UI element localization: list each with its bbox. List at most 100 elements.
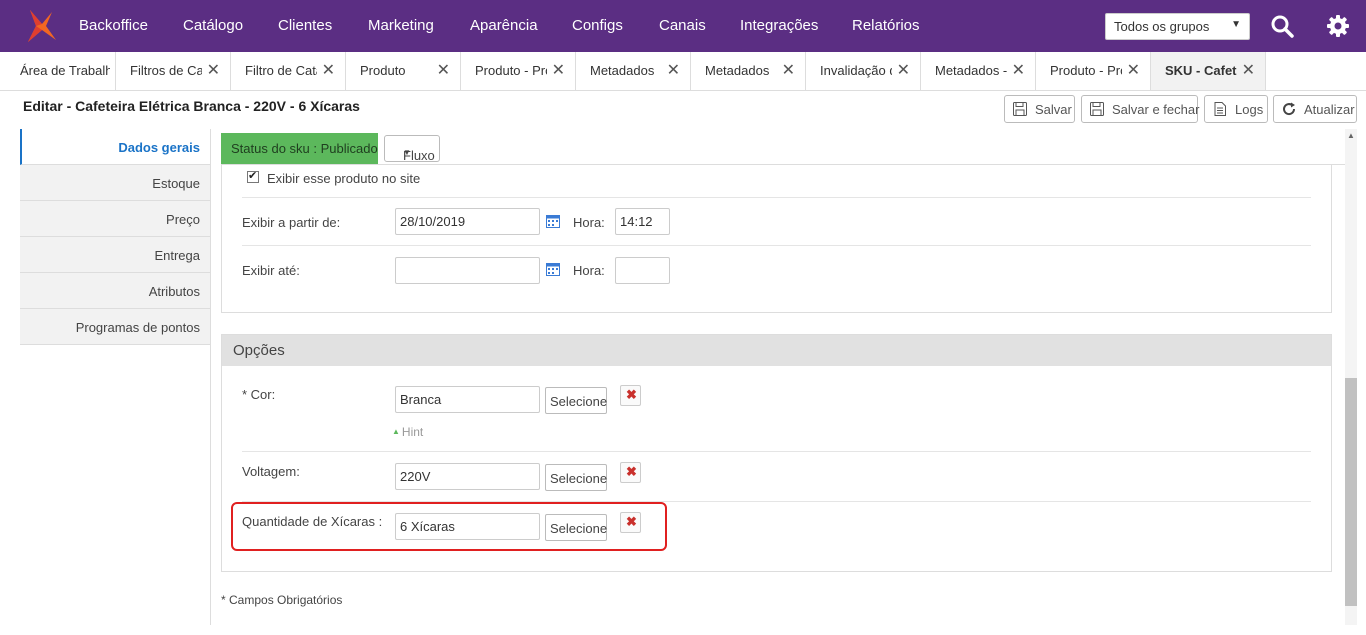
row-divider [242,197,1311,198]
tab-produto-produto[interactable]: Produto - Produto ✕ [461,52,576,90]
tab-label: Filtro de Catálogo [245,63,317,78]
close-icon: ✖ [626,387,637,402]
select-cor-button[interactable]: Selecione [545,387,607,414]
tab-label: Invalidação de [820,63,892,78]
logo-icon[interactable] [22,8,58,44]
side-item-entrega[interactable]: Entrega [20,237,211,273]
remove-cor-button[interactable]: ✖ [620,385,641,406]
tab-metadados-2[interactable]: Metadados ✕ [691,52,806,90]
nav-configs[interactable]: Configs [572,17,623,34]
tab-label: Produto [360,63,406,78]
close-icon[interactable]: ✕ [207,60,220,80]
group-select[interactable]: Todos os grupos ▼ [1105,13,1250,40]
side-item-programas-de-pontos[interactable]: Programas de pontos [20,309,211,345]
side-item-estoque[interactable]: Estoque [20,165,211,201]
close-icon: ✖ [626,464,637,479]
floppy-icon [1090,102,1104,116]
show-on-site-label: Exibir esse produto no site [267,171,421,186]
status-button[interactable]: Status do sku : Publicado [221,133,378,164]
show-until-label: Exibir até: [242,263,300,278]
logs-button[interactable]: Logs [1204,95,1268,123]
floppy-icon [1013,102,1027,116]
row-divider [242,451,1311,452]
side-item-atributos[interactable]: Atributos [20,273,211,309]
triangle-up-icon: ▲ [392,427,400,436]
status-label: Status do sku : Publicado [231,141,378,156]
nav-marketing[interactable]: Marketing [368,17,434,34]
document-icon [1214,102,1226,116]
close-icon[interactable]: ✕ [437,60,450,80]
options-panel-header: Opções [222,335,1331,366]
nav-relatorios[interactable]: Relatórios [852,17,920,34]
tab-produto-produto-2[interactable]: Produto - Produto ✕ [1036,52,1151,90]
calendar-icon[interactable] [546,214,560,228]
tab-invalidacao[interactable]: Invalidação de ✕ [806,52,921,90]
close-icon[interactable]: ✕ [1127,60,1140,80]
close-icon[interactable]: ✕ [667,60,680,80]
options-title: Opções [233,342,285,359]
close-icon[interactable]: ✕ [322,60,335,80]
select-voltagem-button[interactable]: Selecione [545,464,607,491]
save-label: Salvar [1035,102,1072,117]
close-icon[interactable]: ✕ [1012,60,1025,80]
remove-voltagem-button[interactable]: ✖ [620,462,641,483]
show-on-site-checkbox[interactable]: ✔ [247,170,259,183]
tab-label: Metadados [705,63,770,78]
visibility-panel [221,165,1332,313]
hint-toggle[interactable]: ▲ Hint [392,425,423,439]
scrollbar-thumb[interactable] [1345,378,1357,606]
show-from-date-input[interactable] [395,208,540,235]
tab-label: Produto - Produto [1050,63,1122,78]
search-icon[interactable] [1270,14,1294,38]
caret-down-icon: ▼ [403,148,411,157]
select-label: Selecione [550,394,608,409]
hint-label: Hint [401,425,424,439]
save-button[interactable]: Salvar [1004,95,1075,123]
tab-area-de-trabalho[interactable]: Área de Trabalho [0,52,116,90]
flow-dropdown-button[interactable]: Fluxo ▼ [384,135,440,163]
option-value-cor[interactable] [395,386,540,413]
close-icon[interactable]: ✕ [782,60,795,80]
side-item-dados-gerais[interactable]: Dados gerais [20,129,211,165]
refresh-label: Atualizar [1304,102,1355,117]
option-label-voltagem: Voltagem: [242,464,300,479]
nav-canais[interactable]: Canais [659,17,706,34]
tab-label: Produto - Produto [475,63,547,78]
refresh-icon [1283,102,1296,116]
close-icon[interactable]: ✕ [552,60,565,80]
gear-icon[interactable] [1326,14,1350,38]
tab-filtros-de-catalogo[interactable]: Filtros de Catálogo ✕ [116,52,231,90]
show-until-date-input[interactable] [395,257,540,284]
scroll-up-icon[interactable]: ▲ [1347,131,1355,140]
show-until-time-input[interactable] [615,257,670,284]
nav-catalogo[interactable]: Catálogo [183,17,243,34]
nav-clientes[interactable]: Clientes [278,17,332,34]
close-icon[interactable]: ✕ [1242,60,1255,80]
tab-label: Metadados [590,63,655,78]
row-divider [242,245,1311,246]
refresh-button[interactable]: Atualizar [1273,95,1357,123]
close-icon[interactable]: ✕ [897,60,910,80]
side-item-preco[interactable]: Preço [20,201,211,237]
tab-metadados-1[interactable]: Metadados ✕ [576,52,691,90]
side-divider [210,129,211,625]
chevron-down-icon: ▼ [1231,19,1241,30]
tab-produto[interactable]: Produto ✕ [346,52,461,90]
nav-integracoes[interactable]: Integrações [740,17,818,34]
show-from-label: Exibir a partir de: [242,215,341,230]
tab-sku-cafeteira[interactable]: SKU - Cafeteira ✕ [1151,52,1266,90]
save-and-close-button[interactable]: Salvar e fechar [1081,95,1199,123]
top-navbar: Backoffice Catálogo Clientes Marketing A… [0,0,1366,52]
nav-backoffice[interactable]: Backoffice [79,17,148,34]
tab-filtro-de-catalogo[interactable]: Filtro de Catálogo ✕ [231,52,346,90]
required-fields-note: * Campos Obrigatórios [221,593,343,607]
calendar-icon[interactable] [546,262,560,276]
option-value-voltagem[interactable] [395,463,540,490]
tab-bar: Área de Trabalho Filtros de Catálogo ✕ F… [0,52,1366,91]
nav-aparencia[interactable]: Aparência [470,17,538,34]
tab-label: Metadados - C [935,63,1007,78]
show-until-time-label: Hora: [573,263,605,278]
show-from-time-input[interactable] [615,208,670,235]
tab-metadados-3[interactable]: Metadados - C ✕ [921,52,1036,90]
logs-label: Logs [1235,102,1264,117]
